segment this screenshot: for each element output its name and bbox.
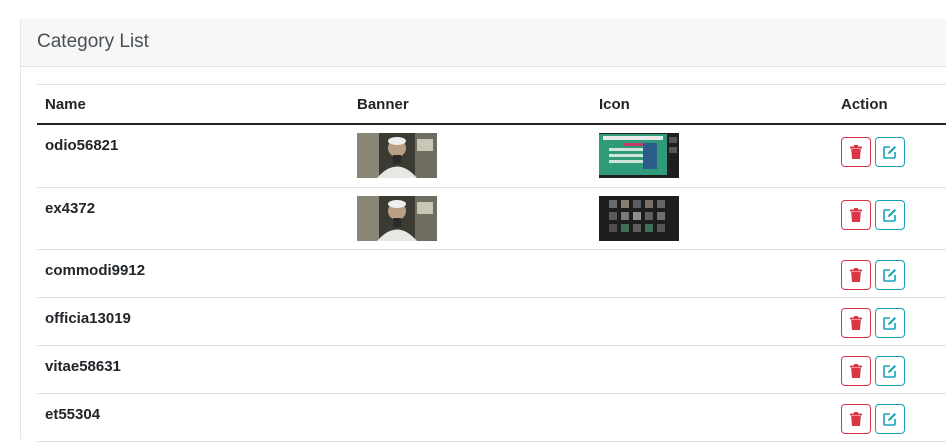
trash-icon: [850, 412, 862, 426]
column-header-icon: Icon: [599, 96, 630, 113]
edit-button[interactable]: [875, 308, 905, 338]
edit-button[interactable]: [875, 137, 905, 167]
table-row: et55304: [37, 394, 946, 442]
table-row: commodi9912: [37, 250, 946, 298]
delete-button[interactable]: [841, 308, 871, 338]
delete-button[interactable]: [841, 137, 871, 167]
table-row: vitae58631: [37, 346, 946, 394]
table-header: Name Banner Icon Action: [37, 85, 946, 125]
edit-icon: [883, 317, 896, 330]
trash-icon: [850, 316, 862, 330]
edit-icon: [883, 146, 896, 159]
edit-button[interactable]: [875, 356, 905, 386]
trash-icon: [850, 268, 862, 282]
category-table: Name Banner Icon Action odio56821 ex4372…: [37, 84, 946, 442]
edit-button[interactable]: [875, 404, 905, 434]
delete-button[interactable]: [841, 260, 871, 290]
category-card: Category List Name Banner Icon Action od…: [20, 19, 946, 442]
edit-icon: [883, 365, 896, 378]
category-name: odio56821: [45, 137, 119, 154]
table-row: ex4372: [37, 188, 946, 250]
category-name: officia13019: [45, 310, 131, 327]
trash-icon: [850, 364, 862, 378]
icon-image: [599, 196, 679, 241]
card-header: Category List: [21, 19, 946, 67]
edit-button[interactable]: [875, 200, 905, 230]
banner-image: [357, 196, 437, 241]
trash-icon: [850, 145, 862, 159]
category-name: et55304: [45, 406, 101, 423]
delete-button[interactable]: [841, 404, 871, 434]
edit-button[interactable]: [875, 260, 905, 290]
page-title: Category List: [37, 31, 149, 52]
category-name: ex4372: [45, 200, 96, 217]
column-header-name: Name: [45, 96, 86, 113]
column-header-banner: Banner: [357, 96, 409, 113]
banner-image: [357, 133, 437, 178]
edit-icon: [883, 209, 896, 222]
icon-image: [599, 133, 679, 178]
delete-button[interactable]: [841, 356, 871, 386]
category-name: vitae58631: [45, 358, 121, 375]
delete-button[interactable]: [841, 200, 871, 230]
category-name: commodi9912: [45, 262, 146, 279]
table-row: odio56821: [37, 125, 946, 188]
edit-icon: [883, 413, 896, 426]
edit-icon: [883, 269, 896, 282]
trash-icon: [850, 208, 862, 222]
column-header-action: Action: [841, 96, 888, 113]
table-row: officia13019: [37, 298, 946, 346]
